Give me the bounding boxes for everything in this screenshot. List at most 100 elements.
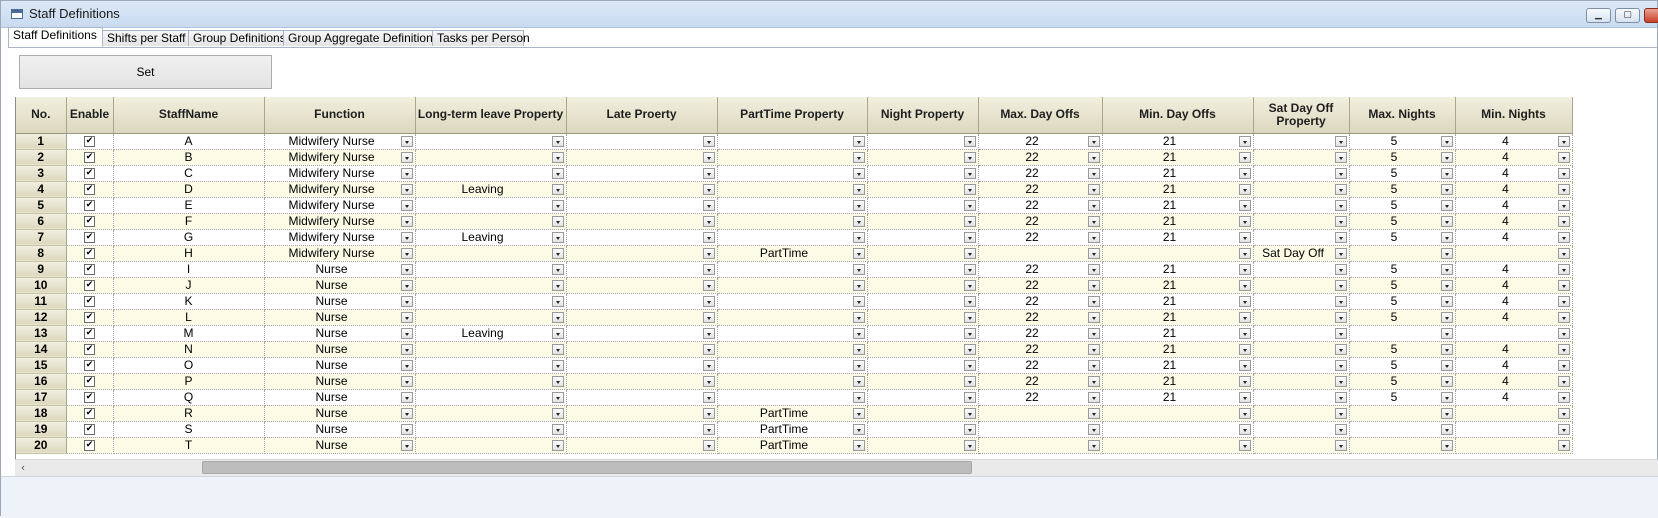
function-dropdown[interactable]: Midwifery Nurse — [264, 197, 416, 214]
late-property-dropdown[interactable] — [566, 405, 718, 422]
dropdown-arrow-icon[interactable] — [1334, 167, 1347, 179]
max-day-offs-dropdown[interactable] — [978, 421, 1103, 438]
dropdown-arrow-icon[interactable] — [1087, 375, 1100, 387]
dropdown-arrow-icon[interactable] — [1334, 391, 1347, 403]
dropdown-arrow-icon[interactable] — [702, 279, 715, 291]
enable-checkbox[interactable]: ✔ — [84, 215, 95, 227]
row-number[interactable]: 7 — [16, 229, 67, 246]
dropdown-arrow-icon[interactable] — [1087, 231, 1100, 243]
dropdown-arrow-icon[interactable] — [1087, 391, 1100, 403]
enable-checkbox[interactable]: ✔ — [84, 423, 95, 435]
max-day-offs-dropdown[interactable] — [978, 405, 1103, 422]
late-property-dropdown[interactable] — [566, 213, 718, 230]
long-term-leave-dropdown[interactable] — [415, 245, 567, 262]
night-property-dropdown[interactable] — [867, 245, 979, 262]
min-day-offs-dropdown[interactable]: 21 — [1102, 133, 1254, 150]
max-nights-dropdown[interactable]: 5 — [1349, 229, 1456, 246]
night-property-dropdown[interactable] — [867, 389, 979, 406]
sat-day-off-dropdown[interactable] — [1253, 421, 1350, 438]
dropdown-arrow-icon[interactable] — [551, 279, 564, 291]
tab-staff-definitions[interactable]: Staff Definitions — [8, 27, 103, 47]
set-button[interactable]: Set — [19, 55, 272, 89]
parttime-property-dropdown[interactable] — [717, 373, 868, 390]
night-property-dropdown[interactable] — [867, 261, 979, 278]
row-number[interactable]: 2 — [16, 149, 67, 166]
col-header-staffname[interactable]: StaffName — [113, 97, 265, 134]
max-nights-dropdown[interactable] — [1349, 245, 1456, 262]
dropdown-arrow-icon[interactable] — [1440, 423, 1453, 435]
dropdown-arrow-icon[interactable] — [852, 135, 865, 147]
function-dropdown[interactable]: Midwifery Nurse — [264, 229, 416, 246]
close-button[interactable] — [1644, 8, 1658, 23]
dropdown-arrow-icon[interactable] — [400, 247, 413, 259]
dropdown-arrow-icon[interactable] — [1087, 199, 1100, 211]
dropdown-arrow-icon[interactable] — [551, 391, 564, 403]
row-number[interactable]: 5 — [16, 197, 67, 214]
dropdown-arrow-icon[interactable] — [551, 295, 564, 307]
min-day-offs-dropdown[interactable]: 21 — [1102, 357, 1254, 374]
dropdown-arrow-icon[interactable] — [1238, 391, 1251, 403]
long-term-leave-dropdown[interactable] — [415, 357, 567, 374]
dropdown-arrow-icon[interactable] — [1087, 439, 1100, 451]
dropdown-arrow-icon[interactable] — [702, 311, 715, 323]
dropdown-arrow-icon[interactable] — [702, 247, 715, 259]
max-day-offs-dropdown[interactable]: 22 — [978, 325, 1103, 342]
dropdown-arrow-icon[interactable] — [1238, 327, 1251, 339]
col-header-min-nights[interactable]: Min. Nights — [1455, 97, 1573, 134]
night-property-dropdown[interactable] — [867, 197, 979, 214]
dropdown-arrow-icon[interactable] — [1334, 247, 1347, 259]
col-header-parttime-property[interactable]: PartTime Property — [717, 97, 868, 134]
max-nights-dropdown[interactable] — [1349, 437, 1456, 454]
row-number[interactable]: 16 — [16, 373, 67, 390]
night-property-dropdown[interactable] — [867, 133, 979, 150]
max-nights-dropdown[interactable]: 5 — [1349, 293, 1456, 310]
dropdown-arrow-icon[interactable] — [1087, 215, 1100, 227]
table-row[interactable]: 12 ✔ L Nurse 22 21 5 4 — [16, 309, 1573, 326]
dropdown-arrow-icon[interactable] — [1087, 423, 1100, 435]
function-dropdown[interactable]: Midwifery Nurse — [264, 165, 416, 182]
sat-day-off-dropdown[interactable] — [1253, 133, 1350, 150]
dropdown-arrow-icon[interactable] — [963, 151, 976, 163]
max-nights-dropdown[interactable]: 5 — [1349, 277, 1456, 294]
dropdown-arrow-icon[interactable] — [1238, 151, 1251, 163]
enable-checkbox[interactable]: ✔ — [84, 263, 95, 275]
dropdown-arrow-icon[interactable] — [1334, 311, 1347, 323]
table-row[interactable]: 2 ✔ B Midwifery Nurse 22 21 5 4 — [16, 149, 1573, 166]
dropdown-arrow-icon[interactable] — [963, 423, 976, 435]
sat-day-off-dropdown[interactable]: Sat Day Off — [1253, 245, 1350, 262]
dropdown-arrow-icon[interactable] — [1557, 423, 1570, 435]
enable-checkbox[interactable]: ✔ — [84, 407, 95, 419]
staff-name-cell[interactable]: D — [113, 181, 265, 198]
function-dropdown[interactable]: Nurse — [264, 389, 416, 406]
dropdown-arrow-icon[interactable] — [963, 327, 976, 339]
dropdown-arrow-icon[interactable] — [963, 183, 976, 195]
dropdown-arrow-icon[interactable] — [400, 343, 413, 355]
enable-checkbox[interactable]: ✔ — [84, 295, 95, 307]
dropdown-arrow-icon[interactable] — [963, 167, 976, 179]
dropdown-arrow-icon[interactable] — [1334, 215, 1347, 227]
night-property-dropdown[interactable] — [867, 357, 979, 374]
dropdown-arrow-icon[interactable] — [1440, 327, 1453, 339]
late-property-dropdown[interactable] — [566, 357, 718, 374]
max-nights-dropdown[interactable]: 5 — [1349, 181, 1456, 198]
dropdown-arrow-icon[interactable] — [1238, 247, 1251, 259]
dropdown-arrow-icon[interactable] — [551, 311, 564, 323]
min-day-offs-dropdown[interactable]: 21 — [1102, 229, 1254, 246]
dropdown-arrow-icon[interactable] — [1334, 135, 1347, 147]
dropdown-arrow-icon[interactable] — [1334, 231, 1347, 243]
dropdown-arrow-icon[interactable] — [1557, 263, 1570, 275]
max-day-offs-dropdown[interactable]: 22 — [978, 165, 1103, 182]
dropdown-arrow-icon[interactable] — [1334, 263, 1347, 275]
dropdown-arrow-icon[interactable] — [1238, 439, 1251, 451]
min-nights-dropdown[interactable]: 4 — [1455, 341, 1573, 358]
min-day-offs-dropdown[interactable] — [1102, 437, 1254, 454]
dropdown-arrow-icon[interactable] — [1087, 247, 1100, 259]
scroll-left-arrow-icon[interactable]: ‹ — [15, 460, 31, 476]
col-header-no[interactable]: No. — [16, 97, 67, 134]
row-number[interactable]: 11 — [16, 293, 67, 310]
late-property-dropdown[interactable] — [566, 341, 718, 358]
function-dropdown[interactable]: Midwifery Nurse — [264, 181, 416, 198]
max-nights-dropdown[interactable]: 5 — [1349, 133, 1456, 150]
min-day-offs-dropdown[interactable]: 21 — [1102, 373, 1254, 390]
night-property-dropdown[interactable] — [867, 149, 979, 166]
